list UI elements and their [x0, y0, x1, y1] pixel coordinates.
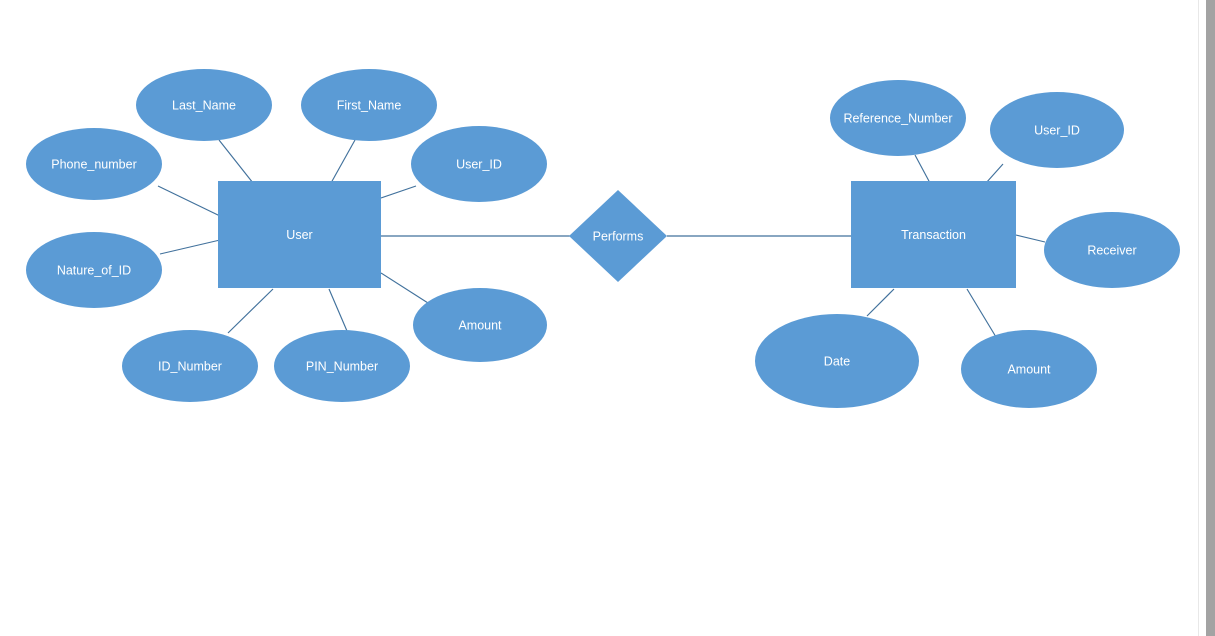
attribute-shape-first-name[interactable] — [301, 69, 437, 141]
attribute-date[interactable]: Date — [755, 314, 919, 408]
attribute-user-id-right[interactable]: User_ID — [990, 92, 1124, 168]
attribute-pin-number[interactable]: PIN_Number — [274, 330, 410, 402]
attribute-shape-receiver[interactable] — [1044, 212, 1180, 288]
conn-phone-number[interactable] — [157, 185, 221, 217]
entity-transaction[interactable]: Transaction — [851, 181, 1016, 288]
attribute-shape-amount-right[interactable] — [961, 330, 1097, 408]
conn-last-name[interactable] — [218, 139, 254, 184]
conn-date[interactable] — [866, 288, 895, 317]
attribute-amount-left[interactable]: Amount — [413, 288, 547, 362]
er-diagram: User Transaction Performs Last_Name First_Na… — [26, 69, 1180, 408]
attribute-shape-id-number[interactable] — [122, 330, 258, 402]
attribute-shape-user-id-right[interactable] — [990, 92, 1124, 168]
attribute-shape-pin-number[interactable] — [274, 330, 410, 402]
conn-amount-left[interactable] — [380, 272, 429, 304]
attribute-nature-of-id[interactable]: Nature_of_ID — [26, 232, 162, 308]
shapes-layer: User Transaction Performs Last_Name First_Na… — [26, 69, 1180, 408]
attribute-shape-last-name[interactable] — [136, 69, 272, 141]
conn-reference-number[interactable] — [914, 154, 931, 184]
attribute-user-id-left[interactable]: User_ID — [411, 126, 547, 202]
attribute-shape-reference-number[interactable] — [830, 80, 966, 156]
diagram-canvas[interactable]: User Transaction Performs Last_Name First_Na… — [0, 0, 1198, 636]
attribute-last-name[interactable]: Last_Name — [136, 69, 272, 141]
conn-pin-number[interactable] — [328, 288, 348, 332]
attribute-id-number[interactable]: ID_Number — [122, 330, 258, 402]
conn-nature-of-id[interactable] — [159, 239, 221, 255]
attribute-shape-date[interactable] — [755, 314, 919, 408]
vertical-scrollbar[interactable] — [1198, 0, 1215, 636]
entity-user[interactable]: User — [218, 181, 381, 288]
attribute-shape-user-id-left[interactable] — [411, 126, 547, 202]
conn-receiver[interactable] — [1015, 234, 1046, 243]
entity-shape-user[interactable] — [218, 181, 381, 288]
attribute-amount-right[interactable]: Amount — [961, 330, 1097, 408]
conn-id-number[interactable] — [227, 288, 274, 334]
relationship-shape-performs[interactable] — [569, 190, 667, 282]
relationship-performs[interactable]: Performs — [569, 190, 667, 282]
attribute-first-name[interactable]: First_Name — [301, 69, 437, 141]
conn-first-name[interactable] — [330, 139, 356, 184]
conn-amount-right[interactable] — [966, 288, 997, 338]
attribute-reference-number[interactable]: Reference_Number — [830, 80, 966, 156]
scrollbar-thumb[interactable] — [1206, 0, 1215, 636]
attribute-shape-amount-left[interactable] — [413, 288, 547, 362]
entity-shape-transaction[interactable] — [851, 181, 1016, 288]
attribute-phone-number[interactable]: Phone_number — [26, 128, 162, 200]
conn-user-id-left[interactable] — [380, 185, 417, 199]
attribute-shape-phone-number[interactable] — [26, 128, 162, 200]
conn-user-id-right[interactable] — [985, 163, 1004, 184]
attribute-receiver[interactable]: Receiver — [1044, 212, 1180, 288]
attribute-shape-nature-of-id[interactable] — [26, 232, 162, 308]
